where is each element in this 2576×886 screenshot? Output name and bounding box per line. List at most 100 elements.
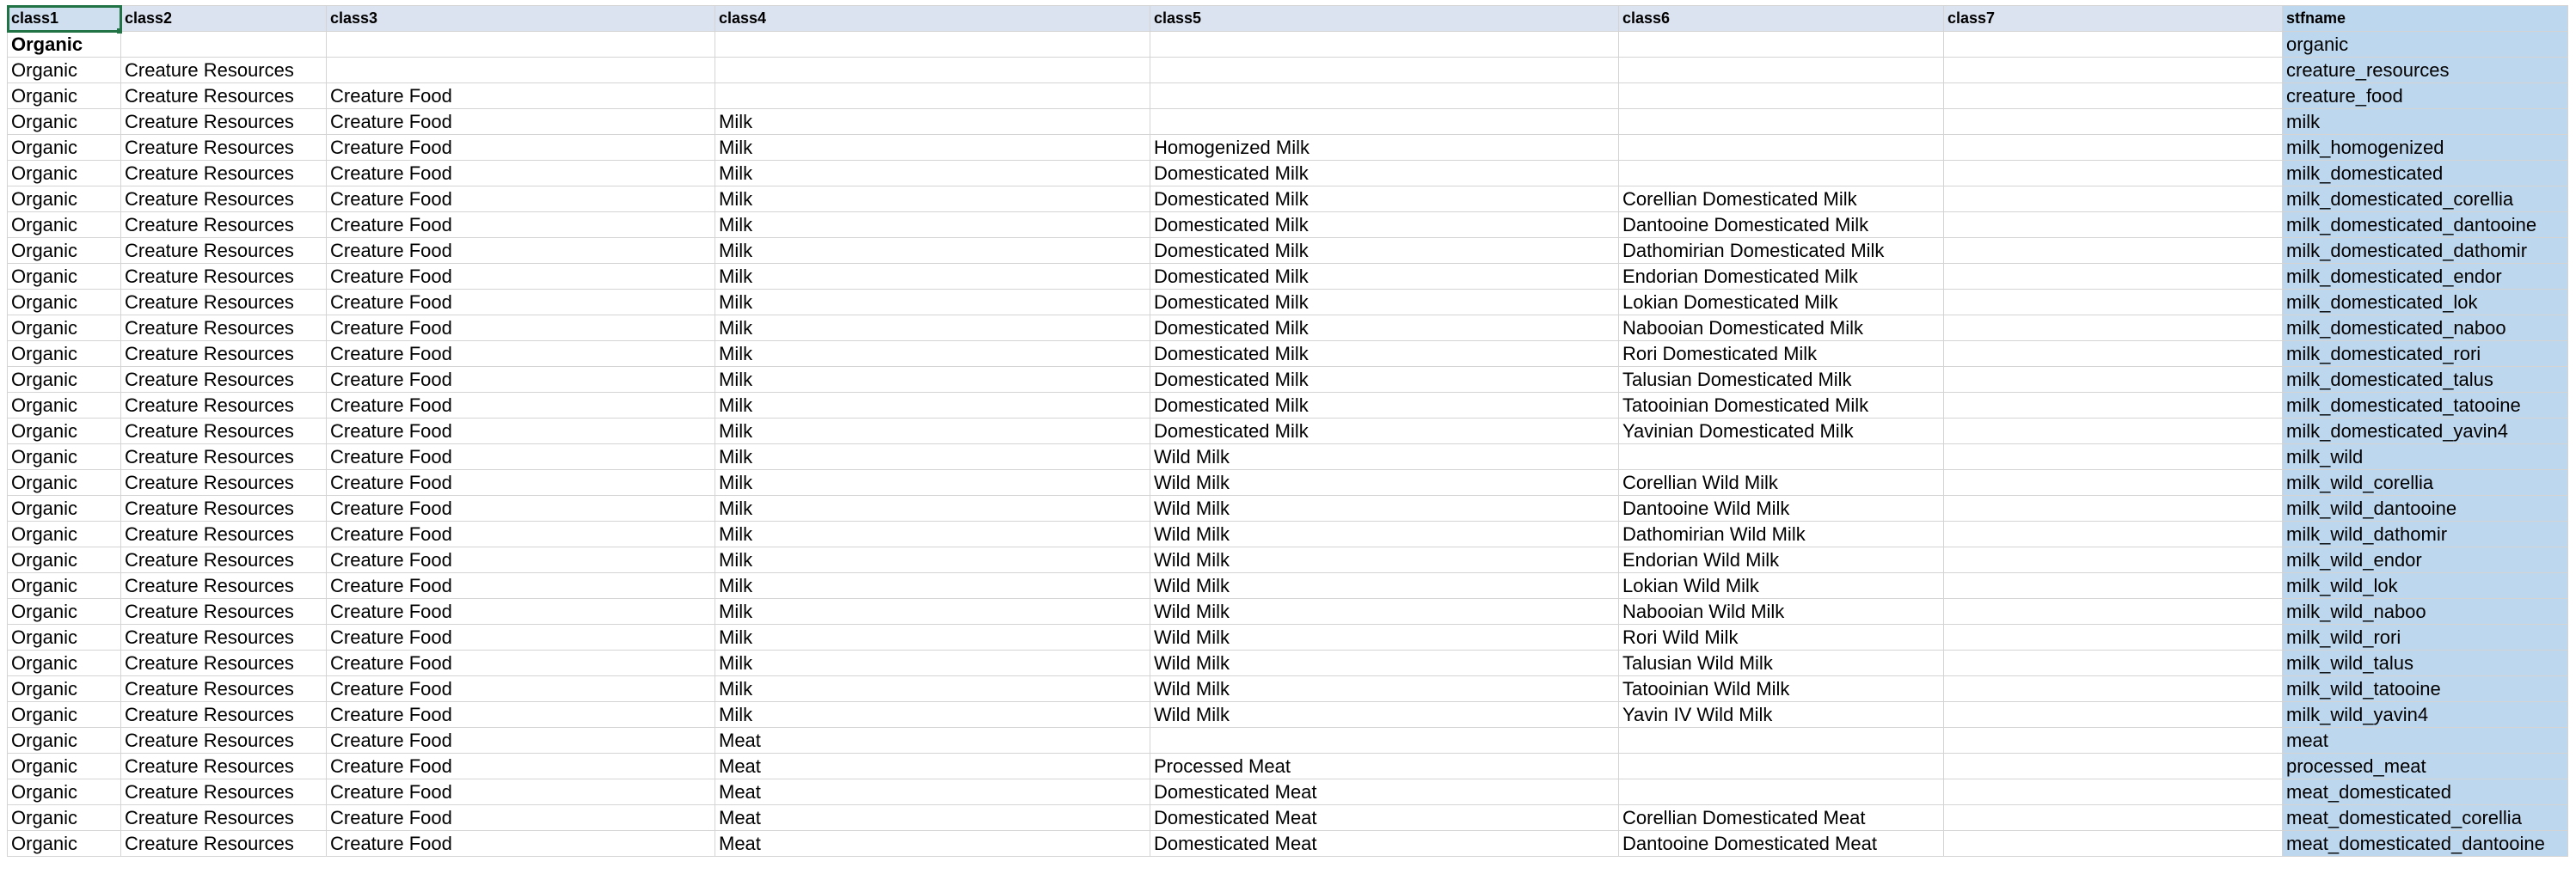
- cell-class2[interactable]: Creature Resources: [120, 753, 327, 779]
- cell-class7[interactable]: [1943, 804, 2283, 831]
- cell-class3[interactable]: Creature Food: [326, 572, 715, 599]
- cell-class5[interactable]: Domesticated Meat: [1150, 779, 1619, 805]
- cell-class5[interactable]: Wild Milk: [1150, 675, 1619, 702]
- cell-class6[interactable]: Dathomirian Wild Milk: [1618, 521, 1944, 547]
- cell-stfname[interactable]: meat_domesticated_corellia: [2282, 804, 2568, 831]
- cell-class1[interactable]: Organic: [7, 418, 121, 444]
- cell-class2[interactable]: Creature Resources: [120, 57, 327, 83]
- cell-stfname[interactable]: organic: [2282, 31, 2568, 58]
- cell-class6[interactable]: [1618, 134, 1944, 161]
- cell-class5[interactable]: Wild Milk: [1150, 598, 1619, 625]
- cell-class4[interactable]: Milk: [715, 186, 1150, 212]
- cell-class4[interactable]: Milk: [715, 160, 1150, 186]
- cell-class7[interactable]: [1943, 237, 2283, 264]
- cell-class3[interactable]: Creature Food: [326, 315, 715, 341]
- cell-class4[interactable]: Meat: [715, 753, 1150, 779]
- cell-class2[interactable]: Creature Resources: [120, 392, 327, 419]
- cell-class1[interactable]: Organic: [7, 82, 121, 109]
- cell-class3[interactable]: Creature Food: [326, 366, 715, 393]
- header-cell-class3[interactable]: class3: [326, 5, 715, 32]
- cell-class4[interactable]: Milk: [715, 211, 1150, 238]
- cell-class6[interactable]: Tatooinian Domesticated Milk: [1618, 392, 1944, 419]
- cell-stfname[interactable]: milk_domesticated_tatooine: [2282, 392, 2568, 419]
- cell-stfname[interactable]: milk_wild_tatooine: [2282, 675, 2568, 702]
- cell-class6[interactable]: [1618, 779, 1944, 805]
- cell-class5[interactable]: Processed Meat: [1150, 753, 1619, 779]
- cell-class1[interactable]: Organic: [7, 237, 121, 264]
- cell-stfname[interactable]: milk_domesticated_lok: [2282, 289, 2568, 315]
- cell-stfname[interactable]: milk_wild_rori: [2282, 624, 2568, 651]
- cell-class6[interactable]: Lokian Domesticated Milk: [1618, 289, 1944, 315]
- cell-class7[interactable]: [1943, 418, 2283, 444]
- cell-stfname[interactable]: meat: [2282, 727, 2568, 754]
- cell-class2[interactable]: Creature Resources: [120, 289, 327, 315]
- cell-stfname[interactable]: milk_wild_corellia: [2282, 469, 2568, 496]
- cell-stfname[interactable]: milk_domesticated_naboo: [2282, 315, 2568, 341]
- cell-stfname[interactable]: milk_domesticated: [2282, 160, 2568, 186]
- cell-stfname[interactable]: milk_wild_lok: [2282, 572, 2568, 599]
- cell-class2[interactable]: Creature Resources: [120, 211, 327, 238]
- cell-class4[interactable]: Milk: [715, 418, 1150, 444]
- cell-class3[interactable]: Creature Food: [326, 727, 715, 754]
- cell-class7[interactable]: [1943, 521, 2283, 547]
- cell-class5[interactable]: Domesticated Milk: [1150, 211, 1619, 238]
- cell-class3[interactable]: Creature Food: [326, 108, 715, 135]
- cell-class2[interactable]: Creature Resources: [120, 598, 327, 625]
- cell-class4[interactable]: Milk: [715, 315, 1150, 341]
- cell-class6[interactable]: Corellian Domesticated Milk: [1618, 186, 1944, 212]
- cell-class7[interactable]: [1943, 82, 2283, 109]
- cell-class1[interactable]: Organic: [7, 521, 121, 547]
- cell-class6[interactable]: Endorian Wild Milk: [1618, 547, 1944, 573]
- cell-class1[interactable]: Organic: [7, 469, 121, 496]
- cell-class1[interactable]: Organic: [7, 547, 121, 573]
- cell-class7[interactable]: [1943, 31, 2283, 58]
- cell-class7[interactable]: [1943, 289, 2283, 315]
- cell-class5[interactable]: Wild Milk: [1150, 572, 1619, 599]
- cell-class2[interactable]: Creature Resources: [120, 108, 327, 135]
- cell-stfname[interactable]: milk_domesticated_dantooine: [2282, 211, 2568, 238]
- cell-class2[interactable]: Creature Resources: [120, 186, 327, 212]
- cell-class3[interactable]: Creature Food: [326, 675, 715, 702]
- cell-class5[interactable]: Wild Milk: [1150, 443, 1619, 470]
- cell-class4[interactable]: Milk: [715, 547, 1150, 573]
- cell-class2[interactable]: Creature Resources: [120, 469, 327, 496]
- cell-class7[interactable]: [1943, 160, 2283, 186]
- cell-class6[interactable]: Talusian Domesticated Milk: [1618, 366, 1944, 393]
- cell-class1[interactable]: Organic: [7, 572, 121, 599]
- cell-class5[interactable]: [1150, 57, 1619, 83]
- cell-class6[interactable]: Nabooian Wild Milk: [1618, 598, 1944, 625]
- cell-class5[interactable]: Domesticated Milk: [1150, 237, 1619, 264]
- cell-stfname[interactable]: meat_domesticated: [2282, 779, 2568, 805]
- cell-class6[interactable]: Rori Domesticated Milk: [1618, 340, 1944, 367]
- cell-class3[interactable]: Creature Food: [326, 263, 715, 290]
- header-cell-class4[interactable]: class4: [715, 5, 1150, 32]
- cell-class3[interactable]: Creature Food: [326, 82, 715, 109]
- cell-class5[interactable]: Domesticated Milk: [1150, 418, 1619, 444]
- cell-class3[interactable]: Creature Food: [326, 598, 715, 625]
- cell-class5[interactable]: Wild Milk: [1150, 495, 1619, 522]
- cell-class2[interactable]: Creature Resources: [120, 727, 327, 754]
- cell-class4[interactable]: Milk: [715, 495, 1150, 522]
- cell-class7[interactable]: [1943, 469, 2283, 496]
- cell-class7[interactable]: [1943, 211, 2283, 238]
- cell-class3[interactable]: [326, 31, 715, 58]
- cell-class6[interactable]: [1618, 82, 1944, 109]
- cell-class1[interactable]: Organic: [7, 727, 121, 754]
- cell-class1[interactable]: Organic: [7, 160, 121, 186]
- cell-class4[interactable]: [715, 82, 1150, 109]
- cell-class4[interactable]: Milk: [715, 572, 1150, 599]
- cell-stfname[interactable]: meat_domesticated_dantooine: [2282, 830, 2568, 857]
- cell-class5[interactable]: Domesticated Milk: [1150, 315, 1619, 341]
- cell-class4[interactable]: Milk: [715, 521, 1150, 547]
- cell-class3[interactable]: Creature Food: [326, 237, 715, 264]
- cell-class1[interactable]: Organic: [7, 675, 121, 702]
- cell-class5[interactable]: Domesticated Meat: [1150, 830, 1619, 857]
- cell-class2[interactable]: Creature Resources: [120, 650, 327, 676]
- cell-class2[interactable]: Creature Resources: [120, 160, 327, 186]
- cell-class3[interactable]: Creature Food: [326, 624, 715, 651]
- cell-class3[interactable]: Creature Food: [326, 650, 715, 676]
- cell-class3[interactable]: Creature Food: [326, 521, 715, 547]
- cell-class6[interactable]: [1618, 443, 1944, 470]
- cell-class4[interactable]: Milk: [715, 340, 1150, 367]
- cell-class6[interactable]: Endorian Domesticated Milk: [1618, 263, 1944, 290]
